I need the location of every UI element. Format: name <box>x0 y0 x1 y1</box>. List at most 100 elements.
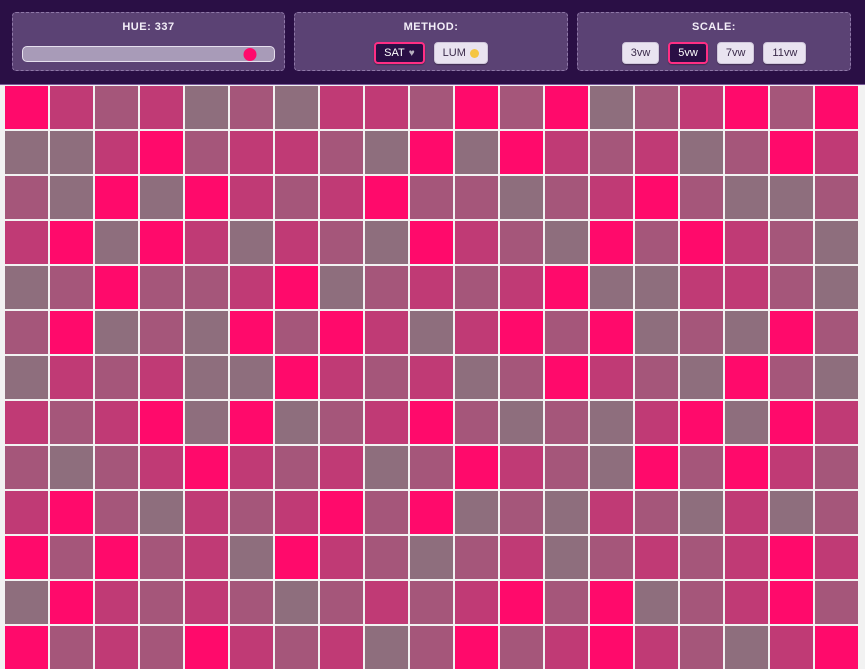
color-tile[interactable] <box>815 311 858 354</box>
color-tile[interactable] <box>230 446 273 489</box>
color-tile[interactable] <box>725 266 768 309</box>
color-tile[interactable] <box>770 311 813 354</box>
color-tile[interactable] <box>275 266 318 309</box>
color-tile[interactable] <box>635 491 678 534</box>
color-tile[interactable] <box>725 626 768 669</box>
color-tile[interactable] <box>770 491 813 534</box>
color-tile[interactable] <box>590 176 633 219</box>
color-tile[interactable] <box>725 131 768 174</box>
hue-slider[interactable] <box>22 46 275 62</box>
color-tile[interactable] <box>5 356 48 399</box>
color-tile[interactable] <box>770 86 813 129</box>
scale-5vw-button[interactable]: 5vw <box>668 42 708 64</box>
color-tile[interactable] <box>680 221 723 264</box>
color-tile[interactable] <box>725 581 768 624</box>
color-tile[interactable] <box>725 491 768 534</box>
color-tile[interactable] <box>680 311 723 354</box>
color-tile[interactable] <box>5 131 48 174</box>
color-tile[interactable] <box>635 356 678 399</box>
color-tile[interactable] <box>365 266 408 309</box>
color-tile[interactable] <box>185 86 228 129</box>
color-tile[interactable] <box>5 626 48 669</box>
color-tile[interactable] <box>815 176 858 219</box>
color-tile[interactable] <box>815 86 858 129</box>
color-tile[interactable] <box>680 581 723 624</box>
color-tile[interactable] <box>635 446 678 489</box>
color-tile[interactable] <box>185 536 228 579</box>
color-tile[interactable] <box>770 626 813 669</box>
color-tile[interactable] <box>5 581 48 624</box>
color-tile[interactable] <box>455 581 498 624</box>
color-tile[interactable] <box>275 401 318 444</box>
color-tile[interactable] <box>410 491 453 534</box>
color-tile[interactable] <box>590 536 633 579</box>
color-tile[interactable] <box>500 86 543 129</box>
color-tile[interactable] <box>140 401 183 444</box>
color-tile[interactable] <box>50 401 93 444</box>
color-tile[interactable] <box>410 401 453 444</box>
color-tile[interactable] <box>50 581 93 624</box>
color-tile[interactable] <box>185 266 228 309</box>
color-tile[interactable] <box>815 446 858 489</box>
color-tile[interactable] <box>50 266 93 309</box>
color-tile[interactable] <box>590 401 633 444</box>
color-tile[interactable] <box>455 626 498 669</box>
color-tile[interactable] <box>545 446 588 489</box>
color-tile[interactable] <box>320 446 363 489</box>
color-tile[interactable] <box>635 221 678 264</box>
color-tile[interactable] <box>365 536 408 579</box>
color-tile[interactable] <box>275 131 318 174</box>
color-tile[interactable] <box>770 581 813 624</box>
color-tile[interactable] <box>185 446 228 489</box>
color-tile[interactable] <box>590 131 633 174</box>
color-tile[interactable] <box>275 311 318 354</box>
color-tile[interactable] <box>275 356 318 399</box>
color-tile[interactable] <box>725 446 768 489</box>
color-tile[interactable] <box>185 131 228 174</box>
color-tile[interactable] <box>635 401 678 444</box>
color-tile[interactable] <box>455 446 498 489</box>
color-tile[interactable] <box>545 356 588 399</box>
color-tile[interactable] <box>500 401 543 444</box>
color-tile[interactable] <box>500 446 543 489</box>
color-tile[interactable] <box>140 86 183 129</box>
color-tile[interactable] <box>500 581 543 624</box>
color-tile[interactable] <box>545 86 588 129</box>
color-tile[interactable] <box>590 86 633 129</box>
color-tile[interactable] <box>140 626 183 669</box>
color-tile[interactable] <box>410 356 453 399</box>
color-tile[interactable] <box>545 491 588 534</box>
color-tile[interactable] <box>275 446 318 489</box>
color-tile[interactable] <box>455 311 498 354</box>
color-tile[interactable] <box>230 401 273 444</box>
color-tile[interactable] <box>365 311 408 354</box>
color-tile[interactable] <box>680 626 723 669</box>
color-tile[interactable] <box>185 491 228 534</box>
color-tile[interactable] <box>5 401 48 444</box>
color-tile[interactable] <box>455 401 498 444</box>
color-tile[interactable] <box>410 86 453 129</box>
color-tile[interactable] <box>50 131 93 174</box>
color-tile[interactable] <box>230 626 273 669</box>
color-tile[interactable] <box>455 86 498 129</box>
color-tile[interactable] <box>545 221 588 264</box>
color-tile[interactable] <box>365 401 408 444</box>
color-tile[interactable] <box>140 446 183 489</box>
color-tile[interactable] <box>230 581 273 624</box>
color-tile[interactable] <box>230 221 273 264</box>
color-tile[interactable] <box>815 581 858 624</box>
scale-3vw-button[interactable]: 3vw <box>621 42 660 64</box>
color-tile[interactable] <box>320 266 363 309</box>
color-tile[interactable] <box>95 536 138 579</box>
color-tile[interactable] <box>410 176 453 219</box>
method-lum-button[interactable]: LUM <box>433 42 488 64</box>
color-tile[interactable] <box>410 536 453 579</box>
color-tile[interactable] <box>635 266 678 309</box>
color-tile[interactable] <box>500 626 543 669</box>
color-tile[interactable] <box>95 401 138 444</box>
color-tile[interactable] <box>725 86 768 129</box>
color-tile[interactable] <box>365 176 408 219</box>
color-tile[interactable] <box>815 536 858 579</box>
color-tile[interactable] <box>725 311 768 354</box>
color-tile[interactable] <box>320 221 363 264</box>
